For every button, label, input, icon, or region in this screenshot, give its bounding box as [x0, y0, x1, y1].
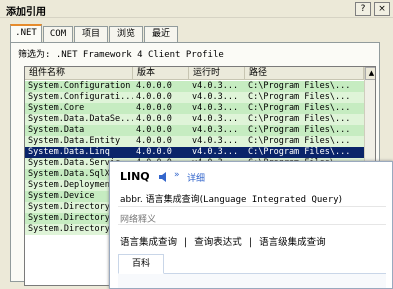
cell-path: C:\Program Files\... [248, 147, 351, 157]
column-header-path[interactable]: 路径 [245, 67, 364, 80]
definition-end: ) [338, 195, 343, 205]
tab-com[interactable]: COM [43, 26, 73, 42]
definition-en: Language Integrated Query [203, 195, 339, 205]
table-row[interactable]: System.Data.Linq 4.0.0.0 v4.0.3... C:\Progr… [25, 147, 375, 158]
cell-path: C:\Program Files\... [248, 136, 351, 146]
definition: abbr. 语言集成查询(Language Integrated Query) [120, 192, 342, 205]
table-row[interactable]: System.Configurati... 4.0.0.0 v4.0.3... C:\… [25, 92, 375, 103]
title-bar: 添加引用 ? × [0, 0, 393, 18]
popup-body [118, 274, 386, 288]
tab-browse[interactable]: 浏览 [109, 26, 143, 42]
cell-path: C:\Program Files\... [248, 114, 351, 124]
abbr-label: abbr. [120, 195, 143, 205]
popup-word: LINQ [120, 170, 150, 183]
translation-item[interactable]: 语言级集成查询 [259, 237, 326, 248]
cell-version: 4.0.0.0 [136, 103, 172, 113]
separator: | [184, 237, 188, 248]
cell-name: System.Data.Entity [28, 136, 121, 146]
cell-name: System.Data.DataSe... [28, 114, 133, 124]
cell-version: 4.0.0.0 [136, 136, 172, 146]
close-button[interactable]: × [374, 2, 390, 16]
filter-label: 筛选为: .NET Framework 4 Client Profile [18, 50, 224, 60]
tab-recent[interactable]: 最近 [144, 26, 178, 42]
dictionary-popup: LINQ » 详细 abbr. 语言集成查询(Language Integrat… [109, 161, 393, 289]
list-header: 组件名称 版本 运行时 路径 [25, 67, 375, 80]
cell-version: 4.0.0.0 [136, 125, 172, 135]
column-header-version[interactable]: 版本 [133, 67, 189, 80]
popup-tab-bar: 百科 [118, 254, 386, 274]
detail-arrow-icon: » [174, 170, 180, 180]
table-row[interactable]: System.Data.DataSe... 4.0.0.0 v4.0.3... C:\… [25, 114, 375, 125]
cell-runtime: v4.0.3... [192, 81, 239, 91]
cell-runtime: v4.0.3... [192, 92, 239, 102]
cell-version: 4.0.0.0 [136, 92, 172, 102]
cell-version: 4.0.0.0 [136, 147, 172, 157]
tab-dotnet[interactable]: .NET [10, 24, 42, 42]
table-row[interactable]: System.Data 4.0.0.0 v4.0.3... C:\Program Fi… [25, 125, 375, 136]
scroll-up-icon[interactable]: ▲ [365, 67, 375, 80]
dialog-title: 添加引用 [6, 7, 46, 18]
cell-path: C:\Program Files\... [248, 125, 351, 135]
cell-version: 4.0.0.0 [136, 81, 172, 91]
cell-runtime: v4.0.3... [192, 103, 239, 113]
cell-name: System.Configuration [28, 81, 131, 91]
column-header-runtime[interactable]: 运行时 [189, 67, 245, 80]
cell-name: System.Core [28, 103, 85, 113]
cell-version: 4.0.0.0 [136, 114, 172, 124]
cell-name: System.Data.Linq [28, 147, 110, 157]
cell-runtime: v4.0.3... [192, 136, 239, 146]
definition-cn: 语言集成查询( [145, 195, 204, 205]
translation-item[interactable]: 语言集成查询 [120, 237, 177, 248]
cell-runtime: v4.0.3... [192, 114, 239, 124]
add-reference-dialog: 添加引用 ? × .NET COM 项目 浏览 最近 筛选为: .NET Fra… [0, 0, 393, 289]
column-header-name[interactable]: 组件名称 [25, 67, 133, 80]
separator: | [248, 237, 253, 248]
cell-runtime: v4.0.3... [192, 125, 239, 135]
table-row[interactable]: System.Configuration 4.0.0.0 v4.0.3... C:\P… [25, 81, 375, 92]
cell-runtime: v4.0.3... [192, 147, 239, 157]
detail-link[interactable]: 详细 [187, 171, 205, 184]
cell-name: System.Data [28, 125, 85, 135]
tab-encyclopedia[interactable]: 百科 [118, 254, 164, 274]
cell-path: C:\Program Files\... [248, 81, 351, 91]
divider [118, 206, 386, 207]
cell-path: C:\Program Files\... [248, 103, 351, 113]
table-row[interactable]: System.Core 4.0.0.0 v4.0.3... C:\Program Fi… [25, 103, 375, 114]
speaker-icon[interactable] [158, 171, 170, 183]
divider [118, 224, 386, 225]
translation-item[interactable]: 查询表达式 [194, 237, 242, 248]
tab-projects[interactable]: 项目 [74, 26, 108, 42]
table-row[interactable]: System.Data.Entity 4.0.0.0 v4.0.3... C:\Pro… [25, 136, 375, 147]
cell-name: System.Configurati... [28, 92, 133, 102]
cell-path: C:\Program Files\... [248, 92, 351, 102]
help-button[interactable]: ? [355, 2, 371, 16]
web-translations: 语言集成查询 | 查询表达式 | 语言级集成查询 [120, 234, 330, 248]
